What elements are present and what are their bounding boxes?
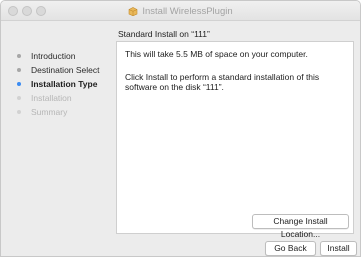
steps-sidebar: Introduction Destination Select Installa… bbox=[11, 49, 121, 119]
content-panel: This will take 5.5 MB of space on your c… bbox=[116, 41, 354, 239]
package-icon bbox=[129, 6, 138, 16]
window-title-group: Install WirelessPlugin bbox=[1, 1, 360, 21]
step-destination-select: Destination Select bbox=[11, 63, 121, 77]
step-installation: Installation bbox=[11, 91, 121, 105]
change-install-location-button[interactable]: Change Install Location... bbox=[252, 214, 349, 239]
step-done-dot-icon bbox=[17, 54, 21, 58]
step-label: Installation Type bbox=[31, 79, 98, 89]
step-current-dot-icon bbox=[17, 82, 21, 86]
step-pending-dot-icon bbox=[17, 110, 21, 114]
step-pending-dot-icon bbox=[17, 96, 21, 100]
step-label: Destination Select bbox=[31, 65, 100, 75]
title-bar[interactable]: Install WirelessPlugin bbox=[1, 1, 360, 21]
space-required-text: This will take 5.5 MB of space on your c… bbox=[125, 49, 308, 59]
step-label: Summary bbox=[31, 107, 68, 117]
install-button[interactable]: Install bbox=[320, 241, 357, 256]
step-summary: Summary bbox=[11, 105, 121, 119]
step-installation-type: Installation Type bbox=[11, 77, 121, 91]
install-instructions-text: Click Install to perform a standard inst… bbox=[125, 72, 320, 92]
step-label: Installation bbox=[31, 93, 72, 103]
step-introduction: Introduction bbox=[11, 49, 121, 63]
installer-window: Install WirelessPlugin Introduction Dest… bbox=[0, 0, 361, 257]
step-label: Introduction bbox=[31, 51, 76, 61]
window-title: Install WirelessPlugin bbox=[142, 5, 233, 17]
page-heading: Standard Install on “111” bbox=[118, 29, 210, 39]
step-done-dot-icon bbox=[17, 68, 21, 72]
go-back-button[interactable]: Go Back bbox=[265, 241, 316, 256]
